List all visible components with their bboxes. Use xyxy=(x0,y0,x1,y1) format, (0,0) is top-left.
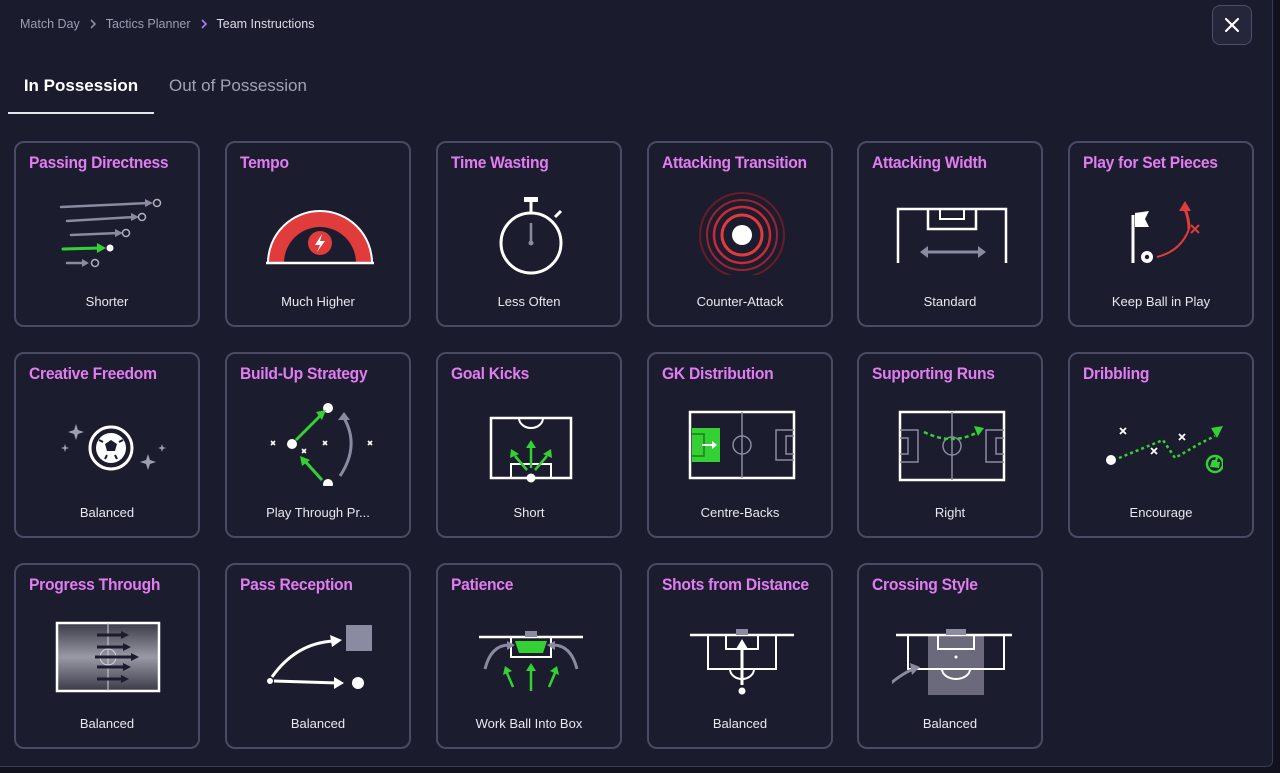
card-value: Shorter xyxy=(85,294,129,309)
card-value: Less Often xyxy=(497,294,561,309)
shots-distance-icon xyxy=(690,629,794,695)
card-shots-from-distance[interactable]: Shots from Distance Balanced xyxy=(647,563,833,749)
card-value: Short xyxy=(513,505,545,520)
card-value: Balanced xyxy=(922,716,978,731)
card-title: Time Wasting xyxy=(451,153,549,172)
card-title: Attacking Transition xyxy=(662,153,807,172)
card-value: Encourage xyxy=(1129,505,1193,520)
card-value: Keep Ball in Play xyxy=(1111,294,1211,309)
card-title: Build-Up Strategy xyxy=(240,364,368,383)
goal-kick-icon xyxy=(489,416,573,483)
card-goal-kicks[interactable]: Goal Kicks Short xyxy=(436,352,622,538)
dribbling-icon xyxy=(1106,426,1223,474)
patience-icon xyxy=(479,631,583,691)
breadcrumb-match-day[interactable]: Match Day xyxy=(20,17,80,31)
card-title: Play for Set Pieces xyxy=(1083,153,1218,172)
card-crossing-style[interactable]: Crossing Style Balanced xyxy=(857,563,1043,749)
card-title: Goal Kicks xyxy=(451,364,530,383)
close-icon xyxy=(1224,17,1240,33)
card-title: Creative Freedom xyxy=(29,364,157,383)
card-gk-distribution[interactable]: GK Distribution Centre-Backs xyxy=(647,352,833,538)
card-value: Balanced xyxy=(712,716,768,731)
breadcrumb-tactics-planner[interactable]: Tactics Planner xyxy=(106,17,191,31)
breadcrumb-team-instructions: Team Instructions xyxy=(216,17,315,31)
card-value: Right xyxy=(934,505,966,520)
tab-in-possession[interactable]: In Possession xyxy=(8,66,154,114)
chevron-right-icon xyxy=(200,19,207,29)
card-value: Much Higher xyxy=(281,294,355,309)
card-value: Work Ball Into Box xyxy=(475,716,583,731)
tab-out-of-possession[interactable]: Out of Possession xyxy=(169,66,307,112)
card-title: Attacking Width xyxy=(872,153,987,172)
card-title: Progress Through xyxy=(29,575,161,594)
card-title: Dribbling xyxy=(1083,364,1150,383)
width-icon xyxy=(896,207,1008,263)
pass-arrows-icon xyxy=(59,198,162,268)
tempo-gauge-icon xyxy=(266,210,374,265)
card-progress-through[interactable]: Progress Through Balanced xyxy=(14,563,200,749)
card-passing-directness[interactable]: Passing Directness Shorter xyxy=(14,141,200,327)
build-up-icon xyxy=(270,403,373,486)
card-value: Centre-Backs xyxy=(700,505,780,520)
close-button[interactable] xyxy=(1212,5,1252,45)
crossing-style-icon xyxy=(892,629,1012,695)
breadcrumb: Match Day Tactics Planner Team Instructi… xyxy=(20,16,314,32)
stopwatch-icon xyxy=(499,197,563,275)
creative-ball-icon xyxy=(61,424,166,471)
card-title: Passing Directness xyxy=(29,153,169,172)
card-attacking-transition[interactable]: Attacking Transition Counter-Attack xyxy=(647,141,833,327)
card-value: Counter-Attack xyxy=(696,294,784,309)
card-dribbling[interactable]: Dribbling Encourage xyxy=(1068,352,1254,538)
set-piece-icon xyxy=(1131,201,1200,263)
card-title: Shots from Distance xyxy=(662,575,809,594)
counter-attack-icon xyxy=(699,192,785,275)
chevron-right-icon xyxy=(90,19,96,29)
card-value: Balanced xyxy=(290,716,346,731)
card-value: Play Through Pr... xyxy=(266,505,370,520)
card-value: Standard xyxy=(923,294,977,309)
card-supporting-runs[interactable]: Supporting Runs Right xyxy=(857,352,1043,538)
card-title: Patience xyxy=(451,575,514,594)
progress-through-icon xyxy=(55,621,161,693)
card-creative-freedom[interactable]: Creative Freedom Balanced xyxy=(14,352,200,538)
card-tempo[interactable]: Tempo Much Higher xyxy=(225,141,411,327)
card-play-for-set-pieces[interactable]: Play for Set Pieces Keep Ball in Play xyxy=(1068,141,1254,327)
card-title: Supporting Runs xyxy=(872,364,995,383)
card-attacking-width[interactable]: Attacking Width Standard xyxy=(857,141,1043,327)
supporting-runs-icon xyxy=(898,410,1006,482)
card-title: GK Distribution xyxy=(662,364,774,383)
card-patience[interactable]: Patience Work Ball Into Box xyxy=(436,563,622,749)
card-title: Tempo xyxy=(240,153,289,172)
pass-reception-icon xyxy=(267,625,372,689)
gk-distribution-icon xyxy=(688,410,796,480)
team-instructions-panel: Match Day Tactics Planner Team Instructi… xyxy=(0,0,1273,767)
card-title: Pass Reception xyxy=(240,575,353,594)
card-value: Balanced xyxy=(79,716,135,731)
card-value: Balanced xyxy=(79,505,135,520)
card-pass-reception[interactable]: Pass Reception Balanced xyxy=(225,563,411,749)
card-title: Crossing Style xyxy=(872,575,978,594)
card-time-wasting[interactable]: Time Wasting Less Often xyxy=(436,141,622,327)
card-build-up-strategy[interactable]: Build-Up Strategy Play Through Pr... xyxy=(225,352,411,538)
